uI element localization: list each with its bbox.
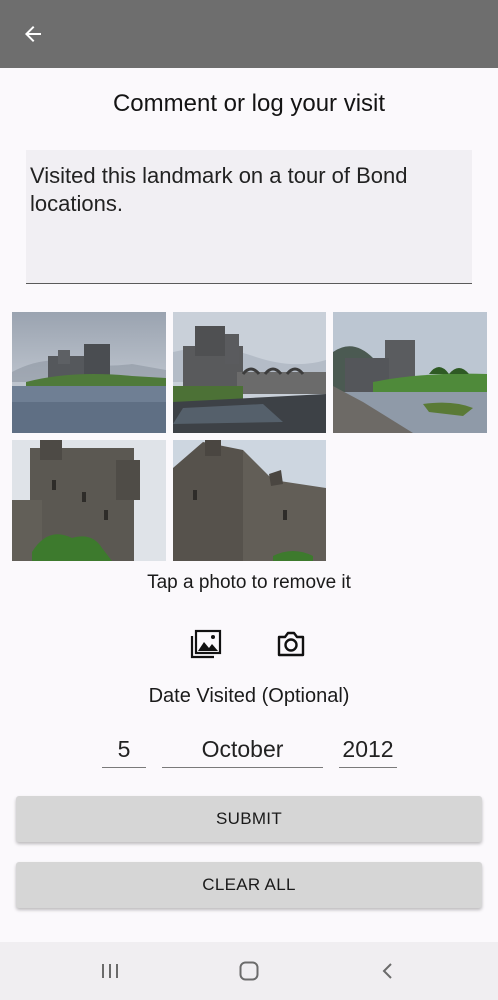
home-icon	[239, 961, 259, 981]
back-button[interactable]	[14, 16, 52, 52]
year-field[interactable]: 2012	[339, 734, 397, 768]
system-nav-bar	[0, 942, 498, 1000]
clear-all-button[interactable]: CLEAR ALL	[16, 862, 482, 908]
image-gallery-icon	[190, 629, 222, 659]
photo-thumbnail-1[interactable]	[12, 312, 166, 433]
take-photo-button[interactable]	[271, 626, 311, 662]
app-bar	[0, 0, 498, 68]
submit-button[interactable]: SUBMIT	[16, 796, 482, 842]
recents-icon	[102, 964, 118, 978]
back-chevron-icon	[382, 963, 392, 979]
system-back-button[interactable]	[368, 956, 408, 986]
photo-thumbnail-2[interactable]	[173, 312, 326, 433]
photo-thumbnail-4[interactable]	[12, 440, 166, 561]
comment-text: Visited this landmark on a tour of Bond …	[30, 163, 408, 216]
month-field[interactable]: October	[162, 734, 323, 768]
date-visited-label: Date Visited (Optional)	[148, 685, 350, 707]
arrow-left-icon	[25, 26, 41, 42]
page-title: Comment or log your visit	[112, 90, 386, 117]
add-from-gallery-button[interactable]	[186, 626, 226, 662]
home-button[interactable]	[229, 956, 269, 986]
camera-icon	[277, 631, 305, 657]
comment-input[interactable]: Visited this landmark on a tour of Bond …	[26, 150, 472, 284]
recents-button[interactable]	[90, 956, 130, 986]
day-field[interactable]: 5	[102, 734, 146, 768]
photo-thumbnail-3[interactable]	[333, 312, 487, 433]
photo-thumbnail-5[interactable]	[173, 440, 326, 561]
photo-remove-hint: Tap a photo to remove it	[147, 572, 351, 593]
